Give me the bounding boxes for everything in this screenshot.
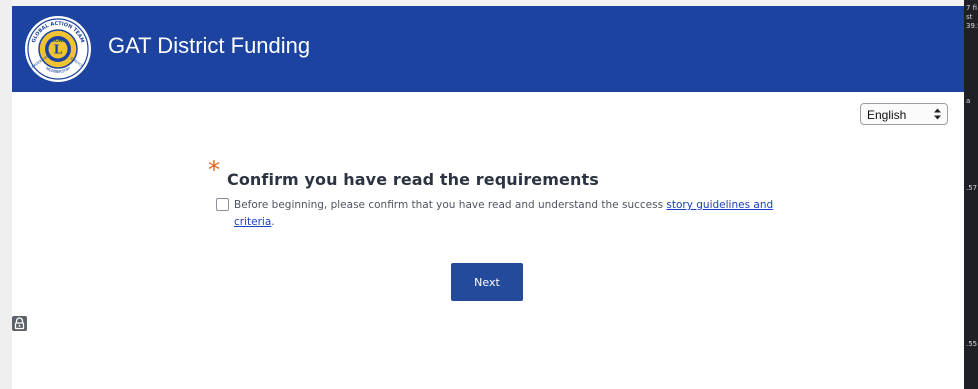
app-title: GAT District Funding — [108, 33, 311, 58]
app-window: L GLOBAL ACTION TEAM MEMBERSHIP LIONS LE… — [12, 6, 964, 389]
background-text: a — [966, 97, 971, 105]
next-button[interactable]: Next — [451, 263, 523, 301]
background-text: st — [966, 13, 973, 21]
select-arrows-icon — [934, 108, 941, 120]
header-bar: L GLOBAL ACTION TEAM MEMBERSHIP LIONS LE… — [12, 6, 964, 92]
background-text: 7 fi — [966, 4, 978, 12]
confirm-text-suffix: . — [271, 216, 275, 228]
lock-button[interactable] — [12, 316, 27, 331]
background-left-edge — [0, 0, 12, 389]
required-indicator: * — [208, 156, 220, 184]
confirm-text: Before beginning, please confirm that yo… — [234, 199, 667, 211]
svg-text:L: L — [54, 43, 63, 57]
background-text: .55 — [966, 340, 978, 348]
question-title: Confirm you have read the requirements — [227, 170, 599, 189]
background-text: .57 — [966, 184, 978, 192]
background-text: 39.9 — [966, 22, 978, 30]
lock-icon — [14, 317, 25, 330]
svg-text:LIONS: LIONS — [50, 38, 65, 44]
language-select-value: English — [867, 108, 907, 122]
confirm-description: Before beginning, please confirm that yo… — [234, 197, 774, 231]
confirm-checkbox[interactable] — [216, 198, 229, 211]
language-select[interactable]: English — [860, 103, 948, 125]
lions-logo-icon: L GLOBAL ACTION TEAM MEMBERSHIP LIONS LE… — [25, 16, 91, 82]
background-right-edge: 7 fi st 39.9 a .57 .55 — [964, 0, 978, 389]
